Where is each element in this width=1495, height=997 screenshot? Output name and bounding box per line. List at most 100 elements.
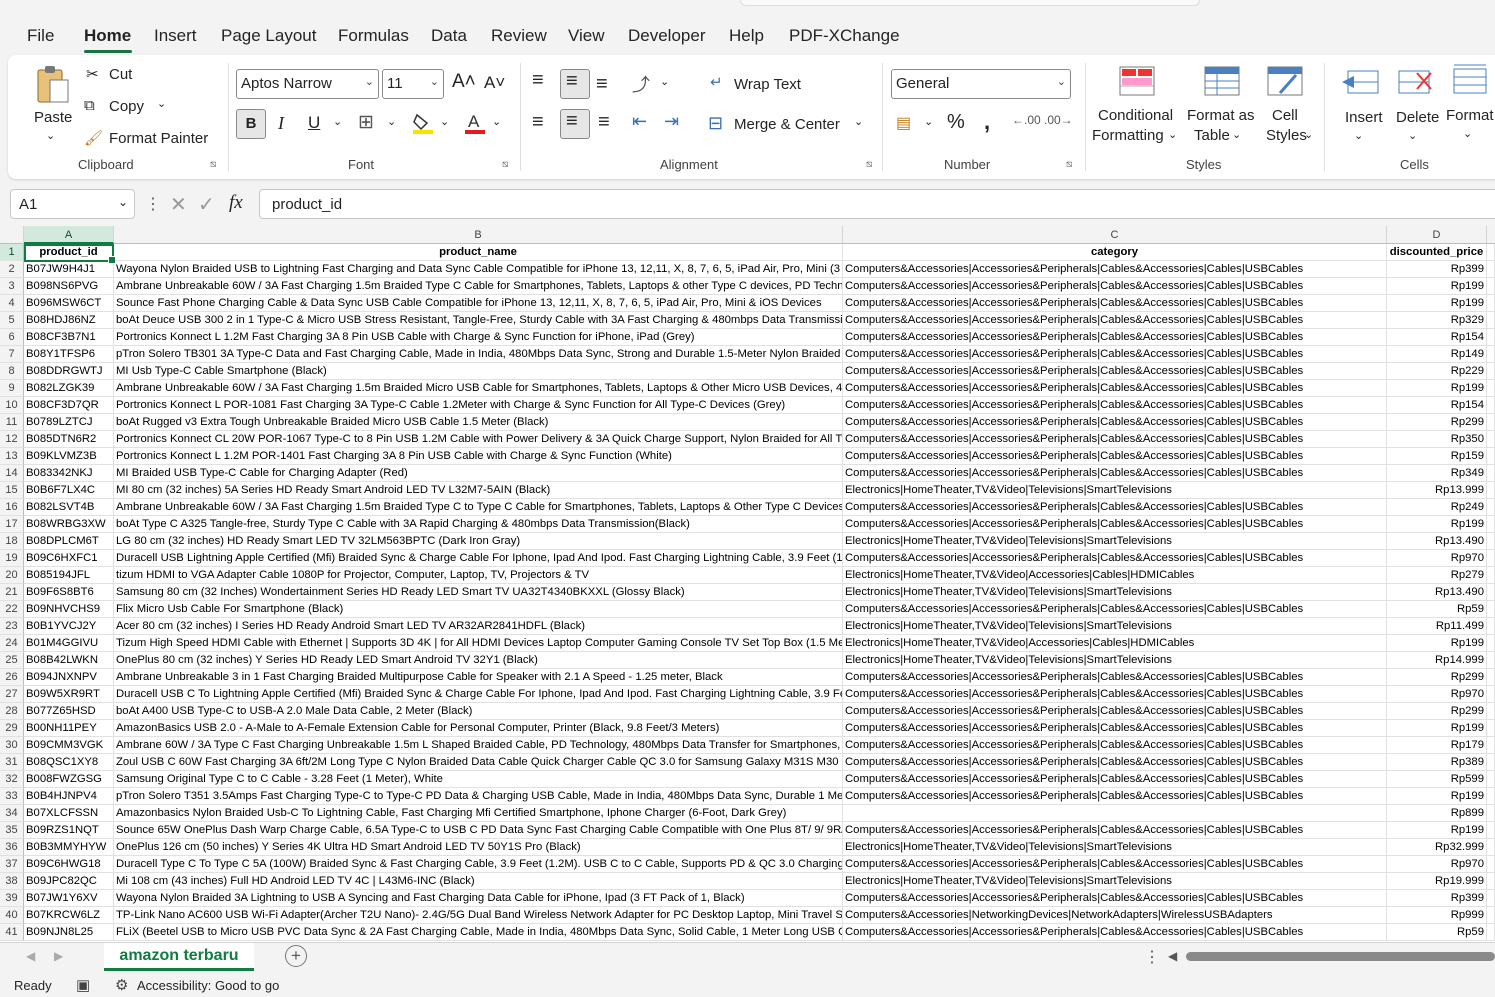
row-header[interactable]: 1 (0, 244, 24, 261)
cs-chevron-icon[interactable]: ⌄ (1304, 128, 1313, 141)
fat-chevron-icon[interactable]: ⌄ (1232, 128, 1241, 141)
clipboard-launcher-icon[interactable]: ⧅ (210, 159, 216, 170)
table-cell[interactable]: B083342NKJ (24, 465, 114, 482)
table-cell[interactable] (1487, 414, 1495, 431)
table-cell[interactable]: tizum HDMI to VGA Adapter Cable 1080P fo… (114, 567, 843, 584)
table-cell[interactable]: Rp899 (1387, 805, 1487, 822)
accounting-format-icon[interactable]: ▤ (896, 113, 911, 133)
table-cell[interactable]: B09F6S8BT6 (24, 584, 114, 601)
alignment-launcher-icon[interactable]: ⧅ (866, 159, 872, 170)
row-header[interactable]: 4 (0, 295, 24, 312)
tab-review[interactable]: Review (491, 26, 547, 46)
table-cell[interactable]: FLiX (Beetel USB to Micro USB PVC Data S… (114, 924, 843, 941)
table-cell[interactable]: B09JPC82QC (24, 873, 114, 890)
table-cell[interactable]: Rp14.999 (1387, 652, 1487, 669)
table-cell[interactable]: Computers&Accessories|NetworkingDevices|… (843, 907, 1387, 924)
table-cell[interactable]: Electronics|HomeTheater,TV&Video|Televis… (843, 839, 1387, 856)
table-cell[interactable] (1487, 754, 1495, 771)
format-cells-icon[interactable] (1450, 63, 1490, 97)
conditional-formatting-icon[interactable] (1118, 65, 1156, 97)
column-title-cell[interactable]: discounted_price (1387, 244, 1487, 261)
cell-styles-button[interactable]: Cell (1272, 107, 1298, 124)
table-cell[interactable]: Rp59 (1387, 924, 1487, 941)
table-cell[interactable] (1487, 788, 1495, 805)
fill-chevron-icon[interactable]: ⌄ (440, 115, 449, 128)
table-cell[interactable]: Duracell Type C To Type C 5A (100W) Brai… (114, 856, 843, 873)
row-header[interactable]: 14 (0, 465, 24, 482)
table-cell[interactable]: Rp349 (1387, 465, 1487, 482)
row-header[interactable]: 30 (0, 737, 24, 754)
table-cell[interactable]: B098NS6PVG (24, 278, 114, 295)
row-header[interactable]: 13 (0, 448, 24, 465)
table-cell[interactable]: Electronics|HomeTheater,TV&Video|Accesso… (843, 567, 1387, 584)
delete-chevron-icon[interactable]: ⌄ (1408, 129, 1417, 142)
table-cell[interactable] (1487, 686, 1495, 703)
table-cell[interactable]: Rp13.490 (1387, 584, 1487, 601)
table-cell[interactable]: OnePlus 126 cm (50 inches) Y Series 4K U… (114, 839, 843, 856)
table-cell[interactable]: B08B42LWKN (24, 652, 114, 669)
table-cell[interactable] (1487, 703, 1495, 720)
table-cell[interactable]: B07JW9H4J1 (24, 261, 114, 278)
row-header[interactable]: 24 (0, 635, 24, 652)
table-cell[interactable]: Computers&Accessories|Accessories&Periph… (843, 686, 1387, 703)
delete-cells-icon[interactable] (1395, 67, 1435, 97)
accessibility-icon[interactable]: ⚙ (115, 976, 128, 994)
underline-button[interactable]: U (308, 113, 320, 133)
table-cell[interactable]: Computers&Accessories|Accessories&Periph… (843, 465, 1387, 482)
font-launcher-icon[interactable]: ⧅ (502, 159, 508, 170)
table-cell[interactable]: Rp32.999 (1387, 839, 1487, 856)
orientation-icon[interactable]: ⤴ (632, 71, 650, 97)
table-cell[interactable] (1487, 397, 1495, 414)
table-cell[interactable]: B008FWZGSG (24, 771, 114, 788)
table-cell[interactable]: Computers&Accessories|Accessories&Periph… (843, 431, 1387, 448)
table-cell[interactable]: B09KLVMZ3B (24, 448, 114, 465)
table-cell[interactable]: B08HDJ86NZ (24, 312, 114, 329)
align-center-icon[interactable]: ≡ (560, 109, 590, 139)
row-header[interactable]: 29 (0, 720, 24, 737)
table-cell[interactable]: Rp599 (1387, 771, 1487, 788)
row-header[interactable]: 7 (0, 346, 24, 363)
tab-developer[interactable]: Developer (628, 26, 706, 46)
table-cell[interactable]: boAt Deuce USB 300 2 in 1 Type-C & Micro… (114, 312, 843, 329)
insert-cells-button[interactable]: Insert (1345, 109, 1383, 126)
decrease-font-icon[interactable]: A˅ (484, 73, 505, 93)
table-cell[interactable]: B08DDRGWTJ (24, 363, 114, 380)
confirm-entry-icon[interactable]: ✓ (198, 192, 215, 217)
table-cell[interactable]: B01M4GGIVU (24, 635, 114, 652)
table-cell[interactable] (1487, 584, 1495, 601)
row-header[interactable]: 3 (0, 278, 24, 295)
table-cell[interactable]: B096MSW6CT (24, 295, 114, 312)
font-family-select[interactable]: Aptos Narrow ⌄ (236, 69, 379, 99)
table-cell[interactable] (1487, 907, 1495, 924)
align-right-icon[interactable]: ≡ (598, 111, 610, 134)
name-box-chevron-icon[interactable]: ⌄ (118, 195, 128, 209)
table-cell[interactable]: B07XLCFSSN (24, 805, 114, 822)
table-cell[interactable]: Computers&Accessories|Accessories&Periph… (843, 601, 1387, 618)
table-cell[interactable]: Tizum High Speed HDMI Cable with Etherne… (114, 635, 843, 652)
table-cell[interactable]: MI Usb Type-C Cable Smartphone (Black) (114, 363, 843, 380)
table-cell[interactable]: Rp279 (1387, 567, 1487, 584)
table-cell[interactable]: Rp229 (1387, 363, 1487, 380)
table-cell[interactable] (1487, 924, 1495, 941)
table-cell[interactable]: Ambrane Unbreakable 60W / 3A Fast Chargi… (114, 278, 843, 295)
column-title-cell[interactable]: category (843, 244, 1387, 261)
row-header[interactable]: 10 (0, 397, 24, 414)
paste-icon[interactable] (32, 63, 72, 105)
table-cell[interactable] (1487, 771, 1495, 788)
table-cell[interactable] (1487, 499, 1495, 516)
table-cell[interactable] (1487, 737, 1495, 754)
row-header[interactable]: 22 (0, 601, 24, 618)
column-header-a[interactable]: A (24, 226, 114, 244)
table-cell[interactable] (1487, 448, 1495, 465)
table-cell[interactable]: Portronics Konnect CL 20W POR-1067 Type-… (114, 431, 843, 448)
table-cell[interactable] (1487, 618, 1495, 635)
table-cell[interactable]: Rp154 (1387, 329, 1487, 346)
table-cell[interactable]: Rp199 (1387, 278, 1487, 295)
row-header[interactable]: 21 (0, 584, 24, 601)
table-cell[interactable]: B08QSC1XY8 (24, 754, 114, 771)
table-cell[interactable]: Samsung 80 cm (32 Inches) Wondertainment… (114, 584, 843, 601)
table-cell[interactable]: Rp199 (1387, 720, 1487, 737)
table-cell[interactable]: B0789LZTCJ (24, 414, 114, 431)
row-header[interactable]: 16 (0, 499, 24, 516)
table-cell[interactable]: Electronics|HomeTheater,TV&Video|Televis… (843, 584, 1387, 601)
